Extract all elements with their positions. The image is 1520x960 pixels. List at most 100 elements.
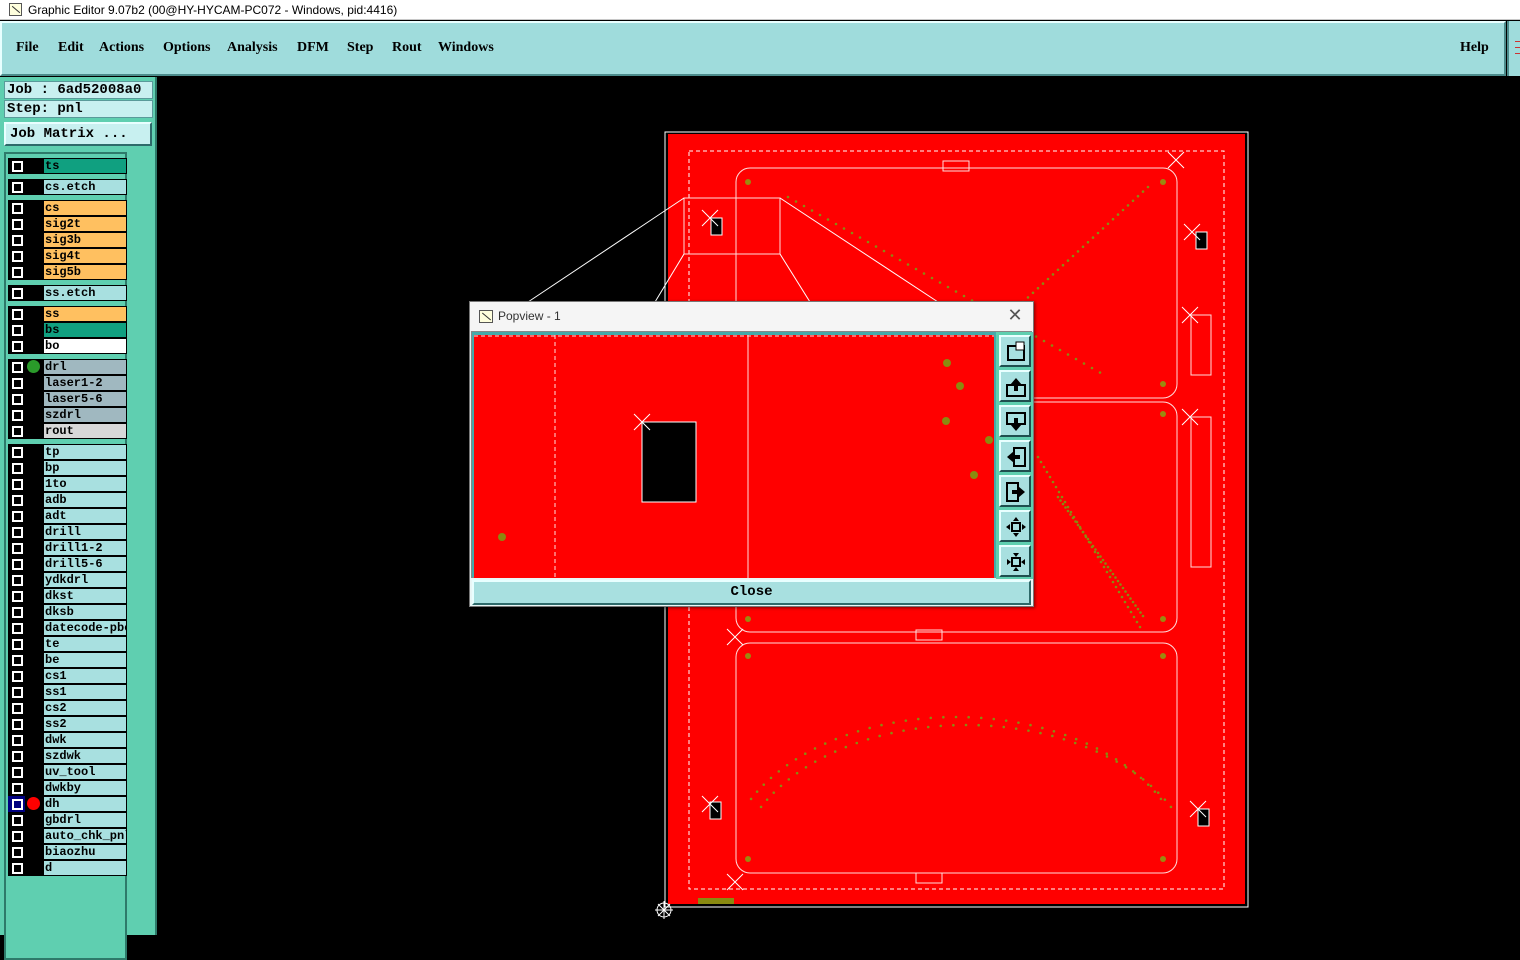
popview-close-button[interactable]: Close (472, 580, 1031, 605)
pan-down-button[interactable] (999, 405, 1031, 437)
layer-name[interactable]: ts (43, 158, 127, 174)
layer-state-cell[interactable] (25, 684, 43, 700)
layer-state-cell[interactable] (25, 572, 43, 588)
layer-row[interactable]: sig2t (8, 216, 127, 232)
layer-checkbox[interactable] (8, 460, 25, 476)
layer-state-cell[interactable] (25, 391, 43, 407)
layer-checkbox[interactable] (8, 684, 25, 700)
layer-row[interactable]: ss.etch (8, 285, 127, 301)
layer-state-cell[interactable] (25, 460, 43, 476)
layer-row[interactable]: ss1 (8, 684, 127, 700)
layer-row[interactable]: cs2 (8, 700, 127, 716)
layer-name[interactable]: drill1-2 (43, 540, 127, 556)
layer-checkbox[interactable] (8, 572, 25, 588)
layer-name[interactable]: ss1 (43, 684, 127, 700)
layer-name[interactable]: sig3b (43, 232, 127, 248)
layer-name[interactable]: biaozhu (43, 844, 127, 860)
layer-checkbox[interactable] (8, 359, 25, 375)
layer-name[interactable]: cs1 (43, 668, 127, 684)
layer-checkbox[interactable] (8, 716, 25, 732)
menu-step[interactable]: Step (347, 40, 373, 56)
layer-checkbox[interactable] (8, 620, 25, 636)
layer-checkbox[interactable] (8, 524, 25, 540)
layer-name[interactable]: cs.etch (43, 179, 127, 195)
pan-left-button[interactable] (999, 440, 1031, 472)
menu-options[interactable]: Options (163, 40, 210, 56)
layer-state-cell[interactable] (25, 508, 43, 524)
zoom-fit-button[interactable] (999, 335, 1031, 367)
layer-checkbox[interactable] (8, 232, 25, 248)
zoom-in-button[interactable] (999, 545, 1031, 577)
layer-row[interactable]: laser5-6 (8, 391, 127, 407)
zoom-out-button[interactable] (999, 510, 1031, 542)
layer-name[interactable]: laser5-6 (43, 391, 127, 407)
layer-row[interactable]: laser1-2 (8, 375, 127, 391)
layer-name[interactable]: auto_chk_pnl (43, 828, 127, 844)
layer-name[interactable]: drl (43, 359, 127, 375)
layer-affected-indicator[interactable] (25, 359, 43, 375)
popview-zoom-view[interactable] (474, 335, 994, 578)
layer-row[interactable]: drill5-6 (8, 556, 127, 572)
layer-state-cell[interactable] (25, 844, 43, 860)
layer-row[interactable]: biaozhu (8, 844, 127, 860)
layer-row[interactable]: adb (8, 492, 127, 508)
layer-checkbox[interactable] (8, 860, 25, 876)
layer-state-cell[interactable] (25, 216, 43, 232)
layer-row[interactable]: bp (8, 460, 127, 476)
layer-state-cell[interactable] (25, 248, 43, 264)
layer-checkbox[interactable] (8, 158, 25, 174)
layer-state-cell[interactable] (25, 524, 43, 540)
layer-checkbox[interactable] (8, 492, 25, 508)
layer-row[interactable]: ts (8, 158, 127, 174)
layer-checkbox[interactable] (8, 322, 25, 338)
layer-name[interactable]: bs (43, 322, 127, 338)
layer-name[interactable]: ss.etch (43, 285, 127, 301)
layer-name[interactable]: tp (43, 444, 127, 460)
layer-state-cell[interactable] (25, 828, 43, 844)
menu-analysis[interactable]: Analysis (227, 40, 278, 56)
layer-checkbox[interactable] (8, 508, 25, 524)
layer-row[interactable]: dwkby (8, 780, 127, 796)
layer-checkbox[interactable] (8, 423, 25, 439)
layer-state-cell[interactable] (25, 322, 43, 338)
layer-row[interactable]: drl (8, 359, 127, 375)
layer-row[interactable]: drill1-2 (8, 540, 127, 556)
layer-panel-scrollbar[interactable] (129, 152, 153, 935)
layer-checkbox[interactable] (8, 748, 25, 764)
layer-row[interactable]: dksb (8, 604, 127, 620)
layer-row[interactable]: ss (8, 306, 127, 322)
layer-checkbox[interactable] (8, 764, 25, 780)
layer-row[interactable]: adt (8, 508, 127, 524)
menu-file[interactable]: File (16, 40, 39, 56)
layer-state-cell[interactable] (25, 556, 43, 572)
layer-checkbox[interactable] (8, 476, 25, 492)
layer-state-cell[interactable] (25, 492, 43, 508)
layer-name[interactable]: 1to (43, 476, 127, 492)
layer-checkbox[interactable] (8, 732, 25, 748)
layer-state-cell[interactable] (25, 285, 43, 301)
layer-name[interactable]: rout (43, 423, 127, 439)
layer-checkbox[interactable] (8, 636, 25, 652)
layer-checkbox[interactable] (8, 444, 25, 460)
layer-state-cell[interactable] (25, 860, 43, 876)
layer-checkbox[interactable] (8, 556, 25, 572)
layer-row[interactable]: cs (8, 200, 127, 216)
layer-checkbox[interactable] (8, 407, 25, 423)
layer-row[interactable]: sig3b (8, 232, 127, 248)
layer-state-cell[interactable] (25, 716, 43, 732)
layer-checkbox[interactable] (8, 588, 25, 604)
layer-name[interactable]: cs2 (43, 700, 127, 716)
layer-state-cell[interactable] (25, 812, 43, 828)
layer-state-cell[interactable] (25, 732, 43, 748)
layer-state-cell[interactable] (25, 407, 43, 423)
layer-name[interactable]: adt (43, 508, 127, 524)
layer-row[interactable]: bs (8, 322, 127, 338)
layer-checkbox[interactable] (8, 285, 25, 301)
layer-checkbox[interactable] (8, 200, 25, 216)
layer-row[interactable]: sig5b (8, 264, 127, 280)
menu-windows[interactable]: Windows (438, 40, 494, 56)
layer-checkbox[interactable] (8, 668, 25, 684)
layer-row[interactable]: cs.etch (8, 179, 127, 195)
layer-checkbox[interactable] (8, 338, 25, 354)
layer-row[interactable]: sig4t (8, 248, 127, 264)
